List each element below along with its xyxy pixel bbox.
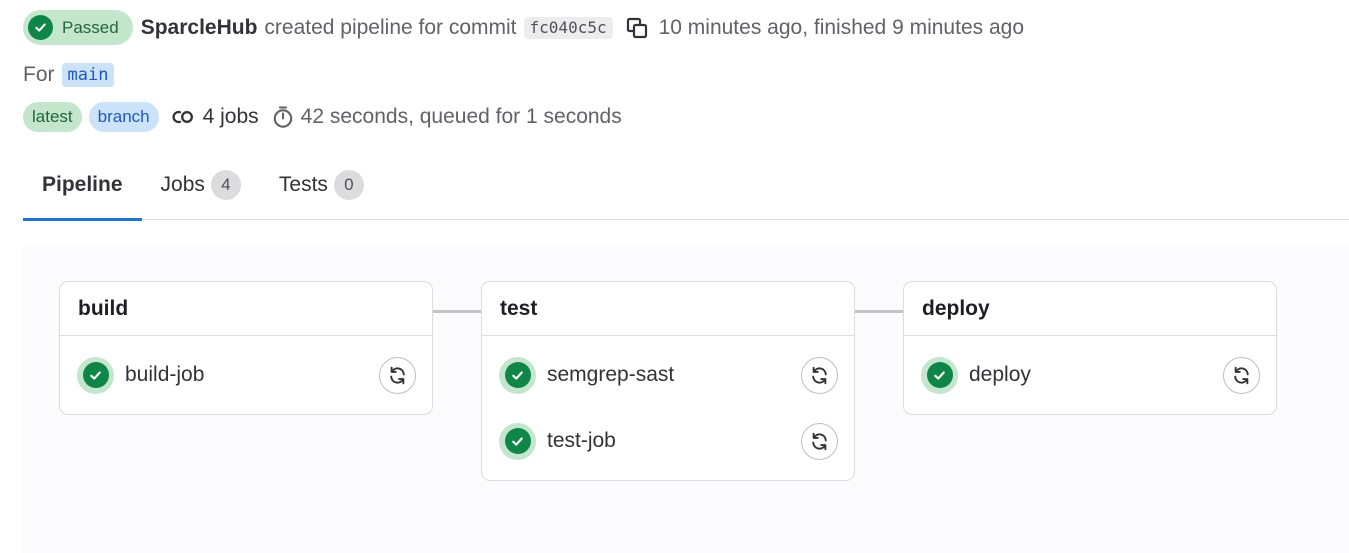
stage-test: test semgrep-sast test-job <box>481 281 855 481</box>
job-test-job[interactable]: test-job <box>482 408 854 474</box>
job-deploy[interactable]: deploy <box>904 342 1276 408</box>
check-circle-icon <box>926 362 953 388</box>
commit-sha[interactable]: fc040c5c <box>523 16 613 39</box>
retry-icon <box>390 366 405 384</box>
tab-label: Tests <box>278 173 328 196</box>
job-status-passed[interactable] <box>499 422 536 460</box>
retry-icon <box>1234 366 1249 384</box>
job-name: semgrep-sast <box>547 363 675 386</box>
pipeline-meta-row: latest branch 4 jobs 42 seconds, queued … <box>23 102 622 132</box>
status-label: Passed <box>62 17 119 37</box>
tab-label: Jobs <box>160 173 205 196</box>
branch-badge: branch <box>88 102 159 132</box>
jobs-count-badge: 4 <box>210 170 241 200</box>
tab-jobs[interactable]: Jobs 4 <box>142 150 260 220</box>
stage-connector <box>855 310 905 313</box>
job-name: test-job <box>547 429 616 452</box>
stage-title: test <box>482 282 854 336</box>
job-build-job[interactable]: build-job <box>60 342 432 408</box>
stage-connector <box>433 310 483 313</box>
pipeline-link-icon <box>172 110 193 124</box>
stage-jobs: build-job <box>60 336 432 414</box>
for-label: For <box>23 63 55 86</box>
pipeline-duration: 42 seconds, queued for 1 seconds <box>271 105 622 129</box>
job-name: deploy <box>969 363 1031 386</box>
jobs-count-text: 4 jobs <box>202 105 259 128</box>
pipeline-timing: 10 minutes ago, finished 9 minutes ago <box>658 15 1024 39</box>
latest-badge: latest <box>23 102 82 132</box>
job-name: build-job <box>125 363 205 386</box>
author-name[interactable]: SparcleHub <box>141 16 258 40</box>
ref-link[interactable]: main <box>61 63 115 87</box>
retry-button[interactable] <box>1223 356 1260 394</box>
pipeline-tabs: Pipeline Jobs 4 Tests 0 <box>23 150 1349 221</box>
duration-text: 42 seconds, queued for 1 seconds <box>300 105 622 128</box>
stage-build: build build-job <box>59 281 433 415</box>
retry-icon <box>812 366 827 384</box>
tests-count-badge: 0 <box>333 170 364 200</box>
pipeline-ref-row: For main <box>23 60 115 90</box>
stage-title: deploy <box>904 282 1276 336</box>
check-circle-icon <box>28 15 53 40</box>
check-circle-icon <box>504 362 531 388</box>
check-circle-icon <box>504 428 531 454</box>
tab-label: Pipeline <box>42 173 123 196</box>
status-badge[interactable]: Passed <box>23 10 133 45</box>
retry-icon <box>812 432 827 450</box>
stage-title: build <box>60 282 432 336</box>
retry-button[interactable] <box>801 356 838 394</box>
created-text: created pipeline for commit <box>264 15 517 39</box>
stage-jobs: deploy <box>904 336 1276 414</box>
pipeline-graph: build build-job test semgrep-sast test-j… <box>23 244 1349 553</box>
timer-icon <box>273 106 292 128</box>
retry-button[interactable] <box>801 422 838 460</box>
job-status-passed[interactable] <box>921 356 958 394</box>
stage-deploy: deploy deploy <box>903 281 1277 415</box>
tab-pipeline[interactable]: Pipeline <box>23 150 142 221</box>
check-circle-icon <box>82 362 109 388</box>
job-status-passed[interactable] <box>77 356 114 394</box>
job-status-passed[interactable] <box>499 356 536 394</box>
copy-commit-button[interactable] <box>624 13 650 43</box>
copy-icon <box>626 17 647 38</box>
pipeline-header: Passed SparcleHub created pipeline for c… <box>23 10 1024 45</box>
stage-jobs: semgrep-sast test-job <box>482 336 854 480</box>
tab-tests[interactable]: Tests 0 <box>260 150 383 220</box>
retry-button[interactable] <box>379 356 416 394</box>
job-semgrep-sast[interactable]: semgrep-sast <box>482 342 854 408</box>
jobs-count: 4 jobs <box>171 105 259 129</box>
